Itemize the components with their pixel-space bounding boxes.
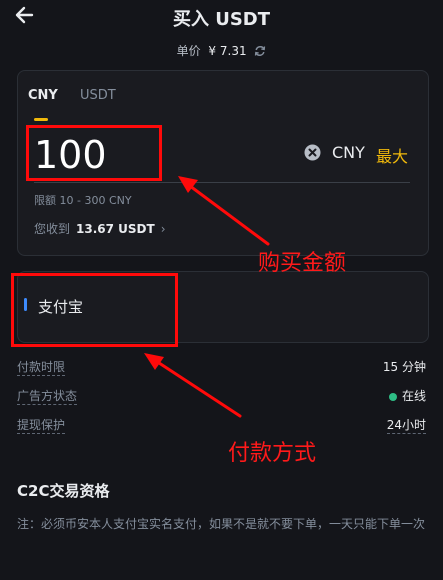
receive-row[interactable]: 您收到 13.67 USDT › xyxy=(34,220,166,237)
withdraw-protection-value: 24小时 xyxy=(386,418,426,434)
payment-time-limit-label: 付款时限 xyxy=(17,360,66,376)
annotation-arrowhead-payment xyxy=(144,353,164,370)
payment-time-limit-value: 15 分钟 xyxy=(382,360,426,374)
withdraw-protection-label: 提现保护 xyxy=(17,418,66,434)
chevron-right-icon: › xyxy=(160,222,166,236)
advertiser-status-label: 广告方状态 xyxy=(17,389,78,405)
unit-price: 单价 ¥ 7.31 xyxy=(0,42,443,59)
active-tab-indicator xyxy=(34,118,48,121)
unit-price-value: ¥ 7.31 xyxy=(208,43,247,58)
limit-text: 限额 10 - 300 CNY xyxy=(34,194,132,207)
receive-label: 您收到 xyxy=(34,222,71,236)
annotation-arrow-payment xyxy=(151,357,242,418)
refresh-icon[interactable] xyxy=(254,45,266,57)
currency-suffix: CNY xyxy=(332,143,365,162)
receive-amount: 13.67 USDT xyxy=(76,222,155,236)
tab-usdt[interactable]: USDT xyxy=(80,88,116,103)
annotation-label-payment: 付款方式 xyxy=(228,441,317,466)
page-title: 买入 USDT xyxy=(172,9,271,30)
clear-icon[interactable] xyxy=(304,144,321,161)
advertiser-status-value: 在线 xyxy=(388,387,426,404)
input-underline xyxy=(34,182,410,183)
online-dot-icon xyxy=(388,392,397,401)
c2c-section-title: C2C交易资格 xyxy=(17,482,110,500)
annotation-label-amount: 购买金额 xyxy=(258,251,347,276)
tab-cny[interactable]: CNY xyxy=(28,88,58,103)
annotation-box-payment xyxy=(11,273,178,347)
max-button[interactable]: 最大 xyxy=(376,143,408,167)
unit-price-label: 单价 xyxy=(176,44,201,58)
annotation-box-amount xyxy=(26,125,162,181)
c2c-note: 注：必须币安本人支付宝实名支付，如果不是就不要下单，一天只能下单一次 xyxy=(17,517,426,531)
